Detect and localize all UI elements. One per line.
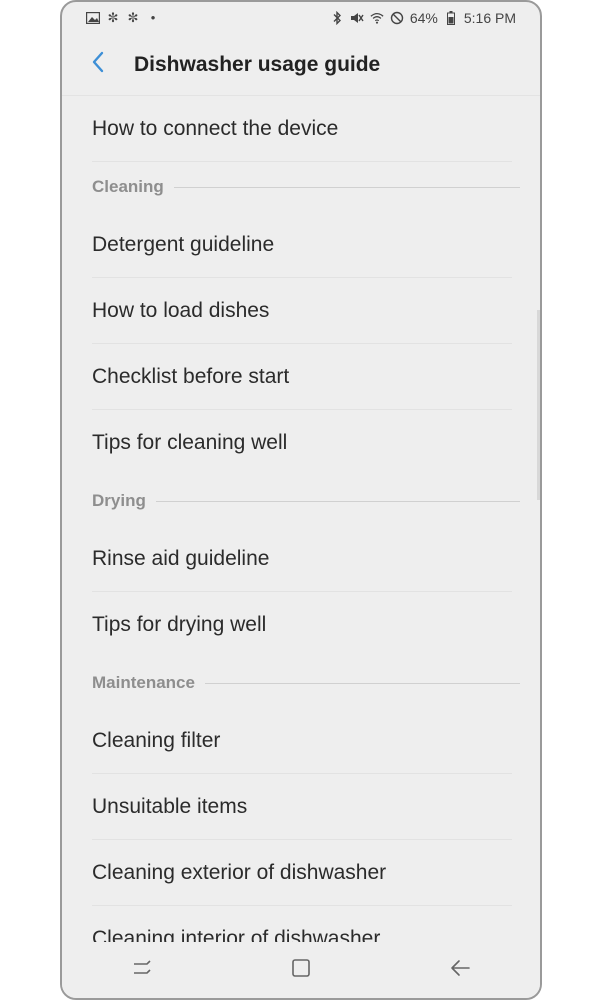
home-icon — [290, 957, 312, 984]
list-item[interactable]: Detergent guideline — [92, 212, 512, 278]
battery-percent: 64% — [409, 10, 438, 26]
list-item[interactable]: Cleaning exterior of dishwasher — [92, 840, 512, 906]
image-icon — [86, 11, 100, 25]
list-item-label: Unsuitable items — [92, 794, 248, 818]
section-title: Cleaning — [92, 177, 164, 196]
list-item[interactable]: How to load dishes — [92, 278, 512, 344]
section-header-maintenance: Maintenance — [92, 658, 520, 708]
section-title: Drying — [92, 491, 146, 510]
battery-icon — [444, 11, 458, 25]
list-item-label: Rinse aid guideline — [92, 546, 270, 570]
list-item-label: Checklist before start — [92, 364, 290, 388]
recents-button[interactable] — [112, 942, 172, 998]
page-title: Dishwasher usage guide — [134, 52, 381, 76]
blocked-icon — [390, 11, 404, 25]
list-item[interactable]: Cleaning filter — [92, 708, 512, 774]
list-item-label: Cleaning filter — [92, 728, 221, 752]
list-item[interactable]: Tips for drying well — [92, 592, 512, 658]
fan-icon: ✼ — [127, 10, 139, 25]
list-item-label: How to connect the device — [92, 116, 339, 140]
list-item[interactable]: Checklist before start — [92, 344, 512, 410]
navigation-bar — [62, 942, 540, 998]
status-bar: ✼ ✼ • 64% 5:16 PM — [62, 2, 540, 34]
mute-icon — [350, 11, 364, 25]
list-item-label: Cleaning exterior of dishwasher — [92, 860, 387, 884]
scrollbar[interactable] — [537, 310, 540, 500]
list-item[interactable]: Rinse aid guideline — [92, 526, 512, 592]
list-item-label: Tips for cleaning well — [92, 431, 288, 454]
clock: 5:16 PM — [463, 10, 516, 26]
status-right-icons: 64% 5:16 PM — [330, 10, 516, 26]
section-header-drying: Drying — [92, 476, 520, 526]
list-item-label: Detergent guideline — [92, 232, 275, 256]
list-item[interactable]: Cleaning interior of dishwasher — [92, 906, 512, 943]
list-item-label: How to load dishes — [92, 298, 270, 322]
nav-back-button[interactable] — [430, 942, 490, 998]
back-button[interactable] — [62, 34, 134, 96]
chevron-left-icon — [91, 51, 105, 78]
wifi-icon — [370, 11, 384, 25]
list-item-connect-device[interactable]: How to connect the device — [92, 96, 512, 162]
list-item[interactable]: Unsuitable items — [92, 774, 512, 840]
app-bar: Dishwasher usage guide — [62, 34, 540, 96]
fan-icon: ✼ — [107, 10, 119, 25]
phone-frame: ✼ ✼ • 64% 5:16 PM Dishwasher usage guide… — [60, 0, 542, 1000]
section-title: Maintenance — [92, 673, 195, 692]
section-divider — [173, 186, 520, 188]
bluetooth-icon — [330, 11, 344, 25]
list-item-label: Tips for drying well — [92, 613, 267, 636]
dot-icon: • — [150, 10, 156, 25]
recents-icon — [131, 958, 153, 983]
list-item-label: Cleaning interior of dishwasher — [92, 926, 381, 943]
section-divider — [155, 500, 520, 502]
section-divider — [204, 682, 520, 684]
list-item[interactable]: Tips for cleaning well — [92, 410, 512, 476]
status-left-icons: ✼ ✼ • — [86, 11, 160, 25]
section-header-cleaning: Cleaning — [92, 162, 520, 212]
home-button[interactable] — [271, 942, 331, 998]
back-arrow-icon — [449, 958, 471, 983]
guide-list[interactable]: How to connect the device Cleaning Deter… — [62, 96, 540, 942]
